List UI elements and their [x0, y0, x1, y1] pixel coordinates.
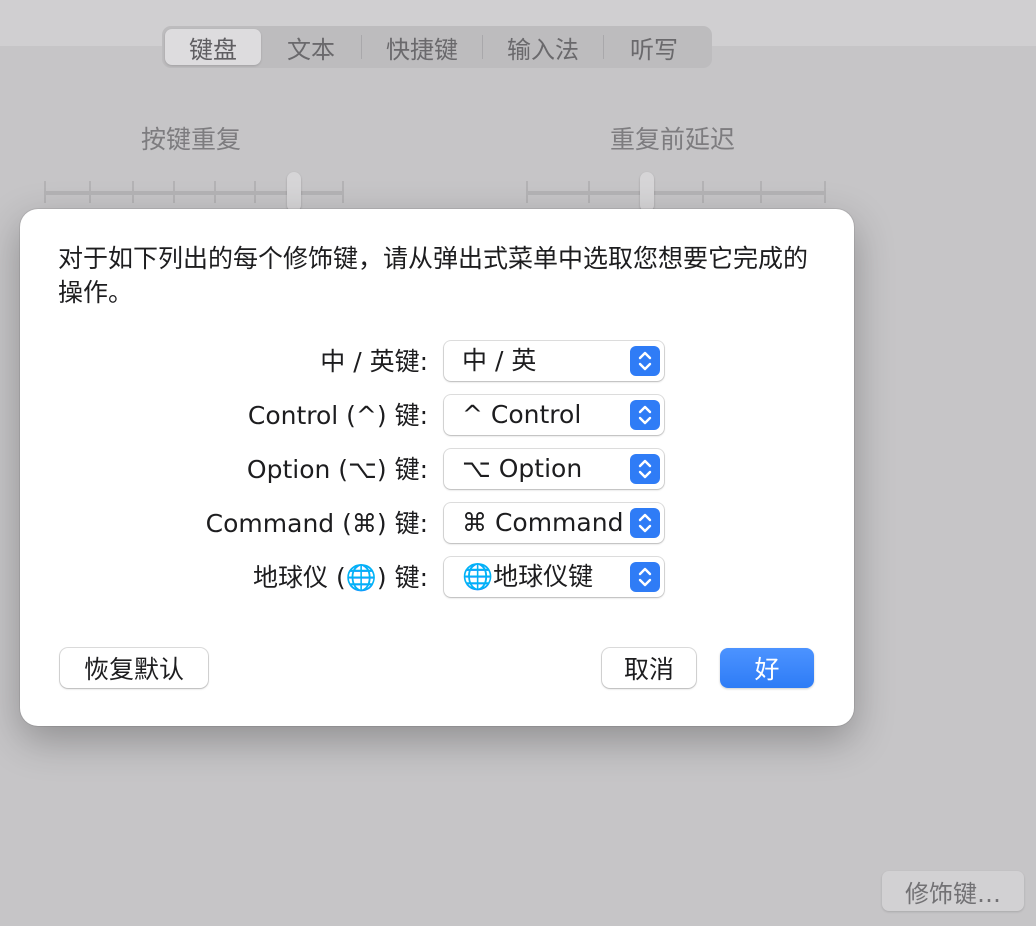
modifier-row-caps-lock: 中 / 英键: 中 / 英 — [20, 341, 854, 383]
tab-keyboard[interactable]: 键盘 — [165, 29, 261, 65]
modifier-popup-option[interactable]: ⌥ Option — [444, 449, 664, 489]
modifier-popup-globe[interactable]: 🌐地球仪键 — [444, 557, 664, 597]
repeat-delay-slider[interactable] — [526, 172, 826, 212]
tab-text[interactable]: 文本 — [261, 29, 361, 65]
cancel-button[interactable]: 取消 — [602, 648, 696, 688]
popup-value: 中 / 英 — [462, 346, 537, 375]
modifier-popup-control[interactable]: ^ Control — [444, 395, 664, 435]
tab-input-sources[interactable]: 输入法 — [483, 29, 603, 65]
tab-dictation[interactable]: 听写 — [604, 29, 704, 65]
up-down-chevron-icon — [630, 346, 660, 376]
up-down-chevron-icon — [630, 562, 660, 592]
key-repeat-slider[interactable] — [44, 172, 344, 212]
dialog-message: 对于如下列出的每个修饰键，请从弹出式菜单中选取您想要它完成的操作。 — [58, 244, 809, 307]
modifier-row-control: Control (^) 键: ^ Control — [20, 395, 854, 437]
repeat-delay-label: 重复前延迟 — [610, 125, 736, 154]
settings-tab-bar: 键盘 文本 快捷键 输入法 听写 — [162, 26, 712, 68]
key-repeat-label: 按键重复 — [141, 125, 242, 154]
modifier-popup-caps-lock[interactable]: 中 / 英 — [444, 341, 664, 381]
popup-value: 🌐地球仪键 — [462, 562, 594, 591]
modifier-row-label: 地球仪 (🌐) 键: — [253, 563, 428, 592]
modifier-row-label: Command (⌘) 键: — [205, 509, 428, 538]
tab-shortcuts[interactable]: 快捷键 — [362, 29, 482, 65]
modifier-row-label: Control (^) 键: — [247, 401, 428, 430]
popup-value: ⌥ Option — [462, 454, 583, 483]
modifier-keys-dialog: 对于如下列出的每个修饰键，请从弹出式菜单中选取您想要它完成的操作。 中 / 英键… — [20, 209, 854, 726]
repeat-delay-slider-knob[interactable] — [640, 172, 654, 212]
ok-button[interactable]: 好 — [720, 648, 814, 688]
modifier-row-globe: 地球仪 (🌐) 键: 🌐地球仪键 — [20, 557, 854, 599]
modifier-row-command: Command (⌘) 键: ⌘ Command — [20, 503, 854, 545]
modifier-popup-command[interactable]: ⌘ Command — [444, 503, 664, 543]
key-repeat-slider-knob[interactable] — [287, 172, 301, 212]
popup-value: ^ Control — [462, 400, 582, 429]
up-down-chevron-icon — [630, 454, 660, 484]
modifier-row-label: 中 / 英键: — [320, 347, 428, 376]
modifier-row-label: Option (⌥) 键: — [246, 455, 428, 484]
modifier-row-option: Option (⌥) 键: ⌥ Option — [20, 449, 854, 491]
up-down-chevron-icon — [630, 400, 660, 430]
modifier-keys-button[interactable]: 修饰键… — [882, 871, 1024, 911]
popup-value: ⌘ Command — [462, 508, 624, 537]
restore-defaults-button[interactable]: 恢复默认 — [60, 648, 208, 688]
up-down-chevron-icon — [630, 508, 660, 538]
